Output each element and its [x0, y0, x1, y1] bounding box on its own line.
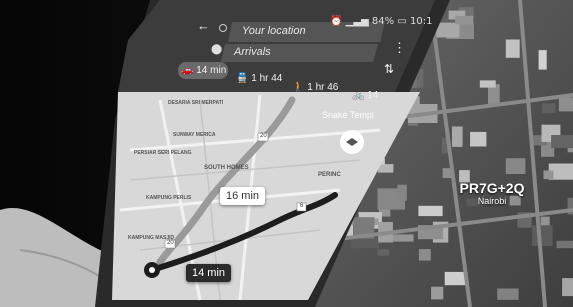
- plus-code: PR7G+2Q: [459, 180, 525, 196]
- origin-dot-icon: [219, 24, 227, 32]
- alarm-icon: ⏰: [330, 16, 343, 27]
- status-bar: ⏰ ▁▃▅ 84% ▭ 10:1: [330, 16, 432, 27]
- swap-icon[interactable]: ⇅: [384, 62, 394, 76]
- plus-code-overlay: PR7G+2Q Nairobi: [452, 180, 532, 206]
- destination-pin-icon: ⬤: [211, 44, 223, 55]
- route-shield-3-label: 6: [300, 203, 304, 209]
- bike-icon: 🚲: [352, 90, 365, 101]
- phone-body: [95, 0, 450, 307]
- map-label-sunway: SUNWAY MERICA: [173, 132, 216, 138]
- plus-code-city: Nairobi: [477, 196, 507, 206]
- signal-icon: ▁▃▅: [345, 16, 369, 27]
- mode-transit[interactable]: 🚆 1 hr 44: [236, 73, 282, 84]
- train-icon: 🚆: [236, 73, 249, 84]
- mode-transit-label: 1 hr 44: [251, 73, 283, 84]
- mode-cycling[interactable]: 🚲 14: [352, 90, 378, 101]
- clock-time: 10:1: [409, 16, 433, 27]
- battery-icon: ▭: [397, 16, 407, 27]
- mode-driving[interactable]: 🚗 14 min: [181, 65, 226, 76]
- alternate-route-time-bubble[interactable]: 16 min: [220, 187, 266, 205]
- destination-input[interactable]: Arrivals: [234, 46, 271, 58]
- battery-percent: 84%: [371, 16, 395, 27]
- more-options-icon[interactable]: ⋮: [393, 40, 406, 56]
- map-label-kampung-perlis: KAMPUNG PERLIS: [146, 195, 192, 201]
- mode-walking[interactable]: 🚶 1 hr 46: [292, 82, 338, 93]
- walk-icon: 🚶: [292, 82, 305, 93]
- map-label-snake-temple: Snake Templ: [322, 110, 374, 120]
- mode-walking-label: 1 hr 46: [307, 82, 339, 93]
- destination-pin-dot: [149, 267, 155, 273]
- back-arrow-icon[interactable]: ←: [197, 18, 210, 33]
- map-label-desaria: DESARIA SRI MERPATI: [168, 100, 224, 106]
- photo-scene: ⏰ ▁▃▅ 84% ▭ 10:1 ← ⬤ Your location Arriv…: [0, 0, 573, 307]
- car-icon: 🚗: [181, 65, 194, 76]
- origin-input[interactable]: Your location: [242, 25, 306, 37]
- map-label-perinc: PERINC: [318, 172, 341, 178]
- route-shield-2-label: 20: [167, 240, 174, 246]
- mode-cycling-label: 14: [367, 90, 379, 101]
- map-label-persiar: PERSIAR SERI PELANG: [134, 150, 192, 156]
- mode-driving-label: 14 min: [196, 65, 227, 76]
- map-label-south-homes: SOUTH HOMES: [204, 165, 249, 171]
- primary-route-time-bubble[interactable]: 14 min: [186, 264, 232, 282]
- route-shield-1-label: 20: [260, 133, 267, 139]
